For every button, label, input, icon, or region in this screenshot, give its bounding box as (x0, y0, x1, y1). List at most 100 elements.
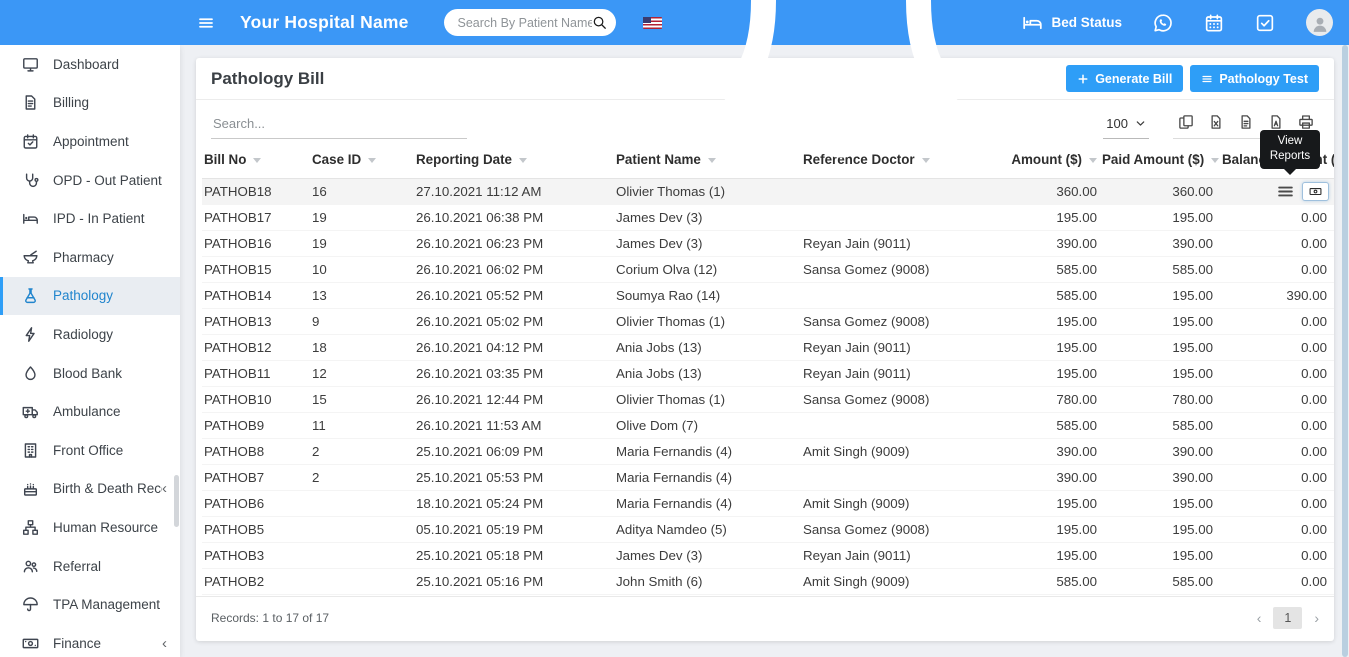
tasks-icon[interactable] (1255, 13, 1275, 33)
page-scrollbar[interactable] (1341, 45, 1349, 657)
patient-search-input[interactable] (457, 16, 592, 30)
sidebar-item-icon (20, 93, 40, 113)
cell-reference-doctor: Sansa Gomez (9008) (801, 309, 986, 335)
sidebar-item-label: Front Office (53, 443, 167, 458)
table-row[interactable]: PATHOB8 2 25.10.2021 06:09 PM Maria Fern… (202, 439, 1334, 465)
cell-amount: 195.00 (986, 517, 1100, 543)
sidebar-item-appointment[interactable]: Appointment (0, 122, 180, 161)
cell-bill-no: PATHOB15 (202, 257, 310, 283)
table-row[interactable]: PATHOB13 9 26.10.2021 05:02 PM Olivier T… (202, 309, 1334, 335)
user-avatar-icon[interactable] (1306, 9, 1333, 36)
page-number-button[interactable]: 1 (1273, 607, 1302, 629)
cell-reporting-date: 26.10.2021 05:52 PM (414, 283, 614, 309)
column-header[interactable]: Case ID (310, 144, 414, 179)
cell-reporting-date: 26.10.2021 11:53 AM (414, 413, 614, 439)
cell-bill-no: PATHOB5 (202, 517, 310, 543)
table-row[interactable]: PATHOB10 15 26.10.2021 12:44 PM Olivier … (202, 387, 1334, 413)
cell-patient-name: Ania Jobs (13) (614, 335, 801, 361)
cell-paid-amount: 360.00 (1100, 179, 1217, 205)
sidebar-item-pharmacy[interactable]: Pharmacy (0, 238, 180, 277)
row-actions (1276, 179, 1334, 204)
patient-search-box[interactable] (444, 9, 616, 36)
whatsapp-icon[interactable] (1153, 13, 1173, 33)
sidebar-item-referral[interactable]: Referral (0, 547, 180, 586)
search-icon[interactable] (592, 15, 607, 30)
cell-amount: 195.00 (986, 543, 1100, 569)
cell-patient-name: Maria Fernandis (4) (614, 465, 801, 491)
cell-reporting-date: 26.10.2021 04:12 PM (414, 335, 614, 361)
sidebar-item-front-office[interactable]: Front Office (0, 431, 180, 470)
table-row[interactable]: PATHOB6 18.10.2021 05:24 PM Maria Fernan… (202, 491, 1334, 517)
sidebar-scrollbar-thumb[interactable] (174, 475, 179, 527)
cell-amount: 390.00 (986, 595, 1100, 597)
cell-paid-amount: 195.00 (1100, 543, 1217, 569)
cell-reference-doctor: Reyan Jain (9011) (801, 231, 986, 257)
sidebar-item-label: Dashboard (53, 57, 167, 72)
table-row[interactable]: PATHOB17 19 26.10.2021 06:38 PM James De… (202, 205, 1334, 231)
table-search-input[interactable] (211, 112, 467, 139)
cell-patient-name: Soumya Rao (14) (614, 283, 801, 309)
prev-page-button[interactable]: ‹ (1257, 610, 1262, 626)
cell-balance-amount: 0.00 (1217, 413, 1334, 439)
chevron-left-icon: ‹ (162, 636, 180, 651)
column-header[interactable]: Bill No (202, 144, 310, 179)
sidebar-item-finance[interactable]: Finance ‹ (0, 624, 180, 657)
sidebar-item-blood-bank[interactable]: Blood Bank (0, 354, 180, 393)
table-row[interactable]: PATHOB16 19 26.10.2021 06:23 PM James De… (202, 231, 1334, 257)
payment-button[interactable] (1302, 182, 1329, 201)
cell-case-id: 2 (310, 465, 414, 491)
table-row[interactable]: PATHOB5 05.10.2021 05:19 PM Aditya Namde… (202, 517, 1334, 543)
cell-balance-amount: 0.00 (1217, 569, 1334, 595)
bed-status-button[interactable]: Bed Status (1022, 12, 1122, 33)
calendar-icon[interactable] (1204, 13, 1224, 33)
sidebar-item-ipd-in-patient[interactable]: IPD - In Patient (0, 199, 180, 238)
table-row[interactable]: PATHOB9 11 26.10.2021 11:53 AM Olive Dom… (202, 413, 1334, 439)
cell-case-id: 19 (310, 231, 414, 257)
page-title: Pathology Bill (211, 69, 324, 89)
cell-case-id: 9 (310, 309, 414, 335)
view-reports-button[interactable] (1276, 182, 1295, 201)
cell-amount: 195.00 (986, 335, 1100, 361)
sidebar-item-dashboard[interactable]: Dashboard (0, 45, 180, 84)
cell-reference-doctor (801, 179, 986, 205)
sidebar-item-human-resource[interactable]: Human Resource (0, 508, 180, 547)
table-row[interactable]: PATHOB7 2 25.10.2021 05:53 PM Maria Fern… (202, 465, 1334, 491)
us-flag-icon[interactable] (643, 17, 662, 29)
menu-icon[interactable] (197, 14, 215, 32)
sidebar-item-label: Pathology (53, 288, 167, 303)
table-row[interactable]: PATHOB14 13 26.10.2021 05:52 PM Soumya R… (202, 283, 1334, 309)
cell-amount: 360.00 (986, 179, 1100, 205)
next-page-button[interactable]: › (1314, 610, 1319, 626)
cell-balance-amount: 0.00 (1217, 231, 1334, 257)
sidebar-item-icon (20, 286, 40, 306)
table-row[interactable]: PATHOB12 18 26.10.2021 04:12 PM Ania Job… (202, 335, 1334, 361)
table-row[interactable]: PATHOB3 25.10.2021 05:18 PM James Dev (3… (202, 543, 1334, 569)
sidebar-item-icon (20, 633, 40, 653)
table-row[interactable]: PATHOB11 12 26.10.2021 03:35 PM Ania Job… (202, 361, 1334, 387)
sidebar-item-ambulance[interactable]: Ambulance (0, 392, 180, 431)
notifications-button[interactable]: 415 (691, 0, 991, 173)
sidebar-item-pathology[interactable]: Pathology (0, 277, 180, 316)
table-row[interactable]: PATHOB1 25.10.2021 05:13 PM Smith (10) A… (202, 595, 1334, 597)
table-search (211, 112, 467, 139)
page-scrollbar-thumb[interactable] (1342, 45, 1348, 657)
sidebar-item-radiology[interactable]: Radiology (0, 315, 180, 354)
sidebar-item-icon (20, 556, 40, 576)
sidebar-item-opd-out-patient[interactable]: OPD - Out Patient (0, 161, 180, 200)
records-summary: Records: 1 to 17 of 17 (211, 611, 329, 625)
bed-status-label: Bed Status (1051, 15, 1122, 30)
cell-paid-amount: 195.00 (1100, 335, 1217, 361)
table-row[interactable]: PATHOB2 25.10.2021 05:16 PM John Smith (… (202, 569, 1334, 595)
sidebar-item-tpa-management[interactable]: TPA Management (0, 585, 180, 624)
sidebar-item-billing[interactable]: Billing (0, 84, 180, 123)
cell-balance-amount (1217, 179, 1334, 205)
table-row[interactable]: PATHOB18 16 27.10.2021 11:12 AM Olivier … (202, 179, 1334, 205)
cell-paid-amount: 390.00 (1100, 465, 1217, 491)
cell-reporting-date: 25.10.2021 06:09 PM (414, 439, 614, 465)
bell-icon (691, 0, 991, 173)
cell-case-id: 10 (310, 257, 414, 283)
cell-balance-amount: 390.00 (1217, 283, 1334, 309)
cell-reporting-date: 25.10.2021 05:13 PM (414, 595, 614, 597)
sidebar-item-birth-death-record[interactable]: Birth & Death Record ‹ (0, 470, 180, 509)
table-row[interactable]: PATHOB15 10 26.10.2021 06:02 PM Corium O… (202, 257, 1334, 283)
